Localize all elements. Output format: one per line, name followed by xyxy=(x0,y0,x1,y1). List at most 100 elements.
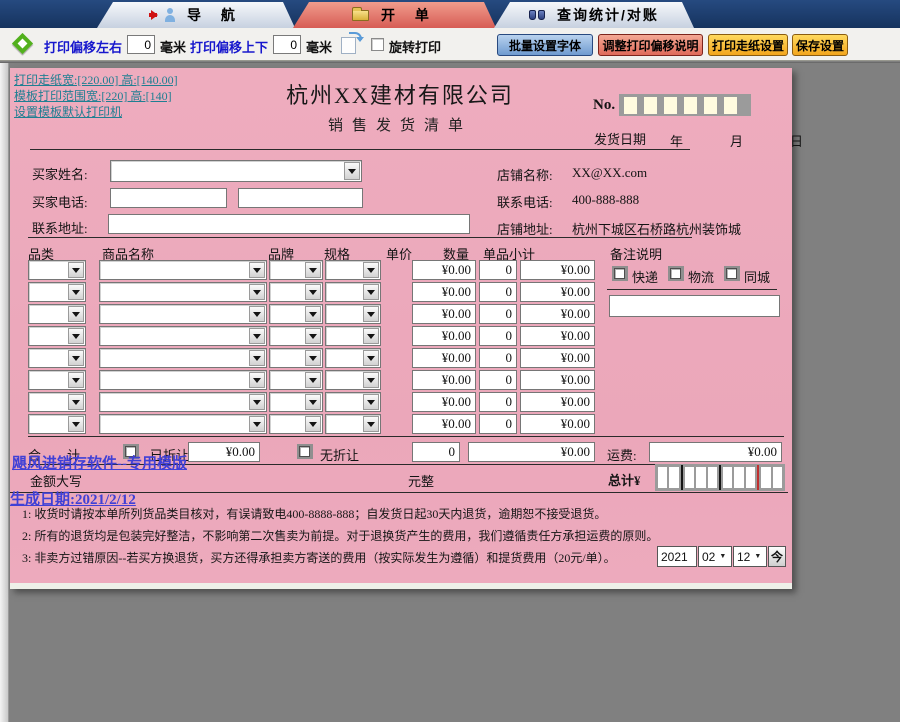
tab-billing-label: 开 单 xyxy=(381,5,437,25)
product-select[interactable] xyxy=(99,260,267,280)
product-select[interactable] xyxy=(99,392,267,412)
month-field[interactable]: 02▼ xyxy=(698,546,732,567)
unit-price-input[interactable] xyxy=(412,304,476,324)
product-select[interactable] xyxy=(99,304,267,324)
qty-input[interactable] xyxy=(479,326,517,346)
qty-input[interactable] xyxy=(479,282,517,302)
buyer-address-input[interactable] xyxy=(108,214,470,234)
category-select[interactable] xyxy=(28,370,86,390)
unit-price-input[interactable] xyxy=(412,414,476,434)
category-select[interactable] xyxy=(28,260,86,280)
offset-lr-input[interactable] xyxy=(127,35,155,54)
qty-input[interactable] xyxy=(479,370,517,390)
company-name: 杭州XX建材有限公司 xyxy=(215,78,585,110)
category-select[interactable] xyxy=(28,304,86,324)
day-field[interactable]: 12▼ xyxy=(733,546,767,567)
freight-input[interactable] xyxy=(649,442,782,462)
express-checkbox[interactable] xyxy=(612,266,628,281)
spec-select[interactable] xyxy=(325,282,381,302)
brand-select[interactable] xyxy=(269,326,323,346)
year-field[interactable]: 2021 xyxy=(657,546,697,567)
buyer-phone-input-2[interactable] xyxy=(238,188,363,208)
chevron-down-icon: ▼ xyxy=(719,553,726,560)
same-city-checkbox[interactable] xyxy=(724,266,740,281)
spec-select[interactable] xyxy=(325,326,381,346)
tab-billing[interactable]: 开 单 xyxy=(293,2,496,28)
brand-select[interactable] xyxy=(269,370,323,390)
brand-select[interactable] xyxy=(269,260,323,280)
offset-lr-label: 打印偏移左右 xyxy=(44,37,122,56)
category-select[interactable] xyxy=(28,326,86,346)
qty-input[interactable] xyxy=(479,414,517,434)
spec-select[interactable] xyxy=(325,414,381,434)
buyer-phone-input-1[interactable] xyxy=(110,188,227,208)
store-name-value: XX@XX.com xyxy=(572,165,647,181)
category-select[interactable] xyxy=(28,348,86,368)
paper-feed-settings-button[interactable]: 打印走纸设置 xyxy=(708,34,788,56)
subtotal-input[interactable] xyxy=(520,282,595,302)
save-settings-button[interactable]: 保存设置 xyxy=(792,34,848,56)
spec-select[interactable] xyxy=(325,304,381,324)
product-select[interactable] xyxy=(99,326,267,346)
product-select[interactable] xyxy=(99,282,267,302)
unit-price-input[interactable] xyxy=(412,370,476,390)
total-qty-input[interactable] xyxy=(412,442,460,462)
chevron-down-icon[interactable] xyxy=(344,162,360,180)
unit-price-input[interactable] xyxy=(412,282,476,302)
subtotal-input[interactable] xyxy=(520,348,595,368)
remark-rule xyxy=(607,289,777,290)
qty-input[interactable] xyxy=(479,392,517,412)
product-select[interactable] xyxy=(99,370,267,390)
spec-select[interactable] xyxy=(325,348,381,368)
unit-price-input[interactable] xyxy=(412,392,476,412)
subtotal-input[interactable] xyxy=(520,260,595,280)
template-range-link[interactable]: 模板打印范围宽:[220] 高:[140] xyxy=(14,87,172,104)
category-select[interactable] xyxy=(28,414,86,434)
spec-select[interactable] xyxy=(325,392,381,412)
category-select[interactable] xyxy=(28,282,86,302)
brand-select[interactable] xyxy=(269,392,323,412)
qty-input[interactable] xyxy=(479,260,517,280)
no-discount-checkbox[interactable] xyxy=(297,444,313,459)
brand-select[interactable] xyxy=(269,304,323,324)
subtotal-input[interactable] xyxy=(520,304,595,324)
subtotal-input[interactable] xyxy=(520,326,595,346)
tab-navigation[interactable]: 导 航 xyxy=(97,2,295,28)
subtotal-input[interactable] xyxy=(520,414,595,434)
brand-select[interactable] xyxy=(269,414,323,434)
store-address-value: 杭州下城区石桥路杭州装饰城 xyxy=(572,219,741,238)
buyer-rule xyxy=(28,237,692,238)
adjust-offset-help-button[interactable]: 调整打印偏移说明 xyxy=(598,34,703,56)
tab-query-statistics[interactable]: 查询统计/对账 xyxy=(494,2,694,28)
generated-date-link[interactable]: 生成日期:2021/2/12 xyxy=(10,488,136,509)
unit-price-input[interactable] xyxy=(412,348,476,368)
brand-select[interactable] xyxy=(269,282,323,302)
qty-input[interactable] xyxy=(479,304,517,324)
spec-select[interactable] xyxy=(325,260,381,280)
remark-input[interactable] xyxy=(609,295,780,317)
today-button[interactable]: 今 xyxy=(768,546,786,567)
paper-size-link[interactable]: 打印走纸宽:[220.00] 高:[140.00] xyxy=(14,71,178,88)
category-select[interactable] xyxy=(28,392,86,412)
product-select[interactable] xyxy=(99,348,267,368)
subtotal-input[interactable] xyxy=(520,370,595,390)
default-printer-link[interactable]: 设置模板默认打印机 xyxy=(14,103,122,120)
discount-amount-input[interactable] xyxy=(188,442,260,462)
vendor-template-link[interactable]: 飓风进销存软件--专用模版 xyxy=(12,452,187,473)
invoice-number-boxes xyxy=(619,94,751,116)
brand-select[interactable] xyxy=(269,348,323,368)
offset-tb-input[interactable] xyxy=(273,35,301,54)
rotate-print-checkbox[interactable] xyxy=(371,38,384,51)
unit-price-input[interactable] xyxy=(412,326,476,346)
qty-input[interactable] xyxy=(479,348,517,368)
logistics-checkbox[interactable] xyxy=(668,266,684,281)
offset-tb-label: 打印偏移上下 xyxy=(190,37,268,56)
no-discount-label: 无折让 xyxy=(320,445,359,464)
spec-select[interactable] xyxy=(325,370,381,390)
subtotal-input[interactable] xyxy=(520,392,595,412)
unit-price-input[interactable] xyxy=(412,260,476,280)
buyer-name-select[interactable] xyxy=(110,160,362,182)
product-select[interactable] xyxy=(99,414,267,434)
total-amount-input[interactable] xyxy=(468,442,595,462)
batch-font-button[interactable]: 批量设置字体 xyxy=(497,34,593,56)
